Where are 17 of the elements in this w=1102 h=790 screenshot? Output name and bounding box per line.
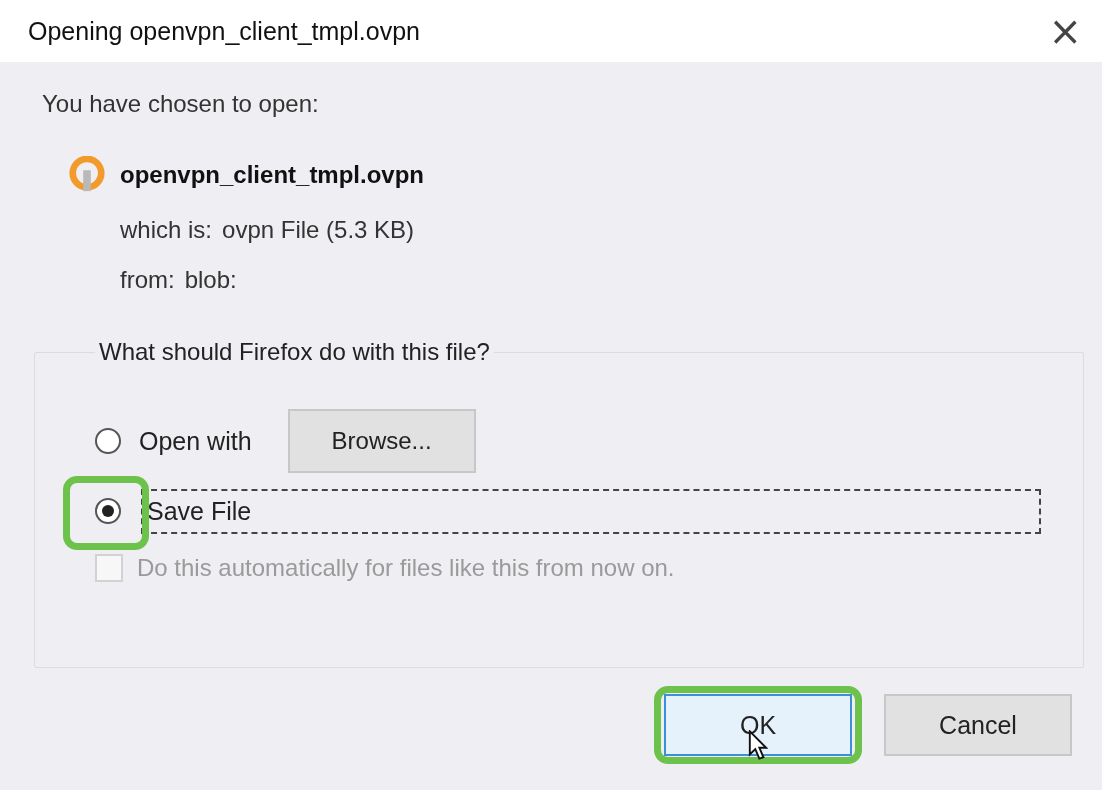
group-legend: What should Firefox do with this file?: [95, 338, 494, 366]
cancel-button[interactable]: Cancel: [884, 694, 1072, 756]
radio-label[interactable]: Open with: [133, 418, 258, 464]
close-button[interactable]: ×: [1040, 11, 1090, 51]
radio-button[interactable]: [95, 498, 121, 524]
field-value: ovpn File (5.3 KB): [222, 216, 415, 244]
field-value: blob:: [184, 266, 237, 294]
window-title: Opening openvpn_client_tmpl.ovpn: [28, 16, 420, 46]
radio-button[interactable]: [95, 428, 121, 454]
file-type-icon: [68, 156, 106, 194]
ok-button[interactable]: OK: [664, 694, 852, 756]
browse-button[interactable]: Browse...: [287, 409, 476, 473]
intro-text: You have chosen to open:: [42, 90, 320, 118]
field-label: which is:: [120, 216, 213, 244]
field-label: from:: [120, 266, 175, 294]
file-name: openvpn_client_tmpl.ovpn: [120, 161, 425, 189]
radio-label[interactable]: Save File: [141, 488, 1041, 534]
